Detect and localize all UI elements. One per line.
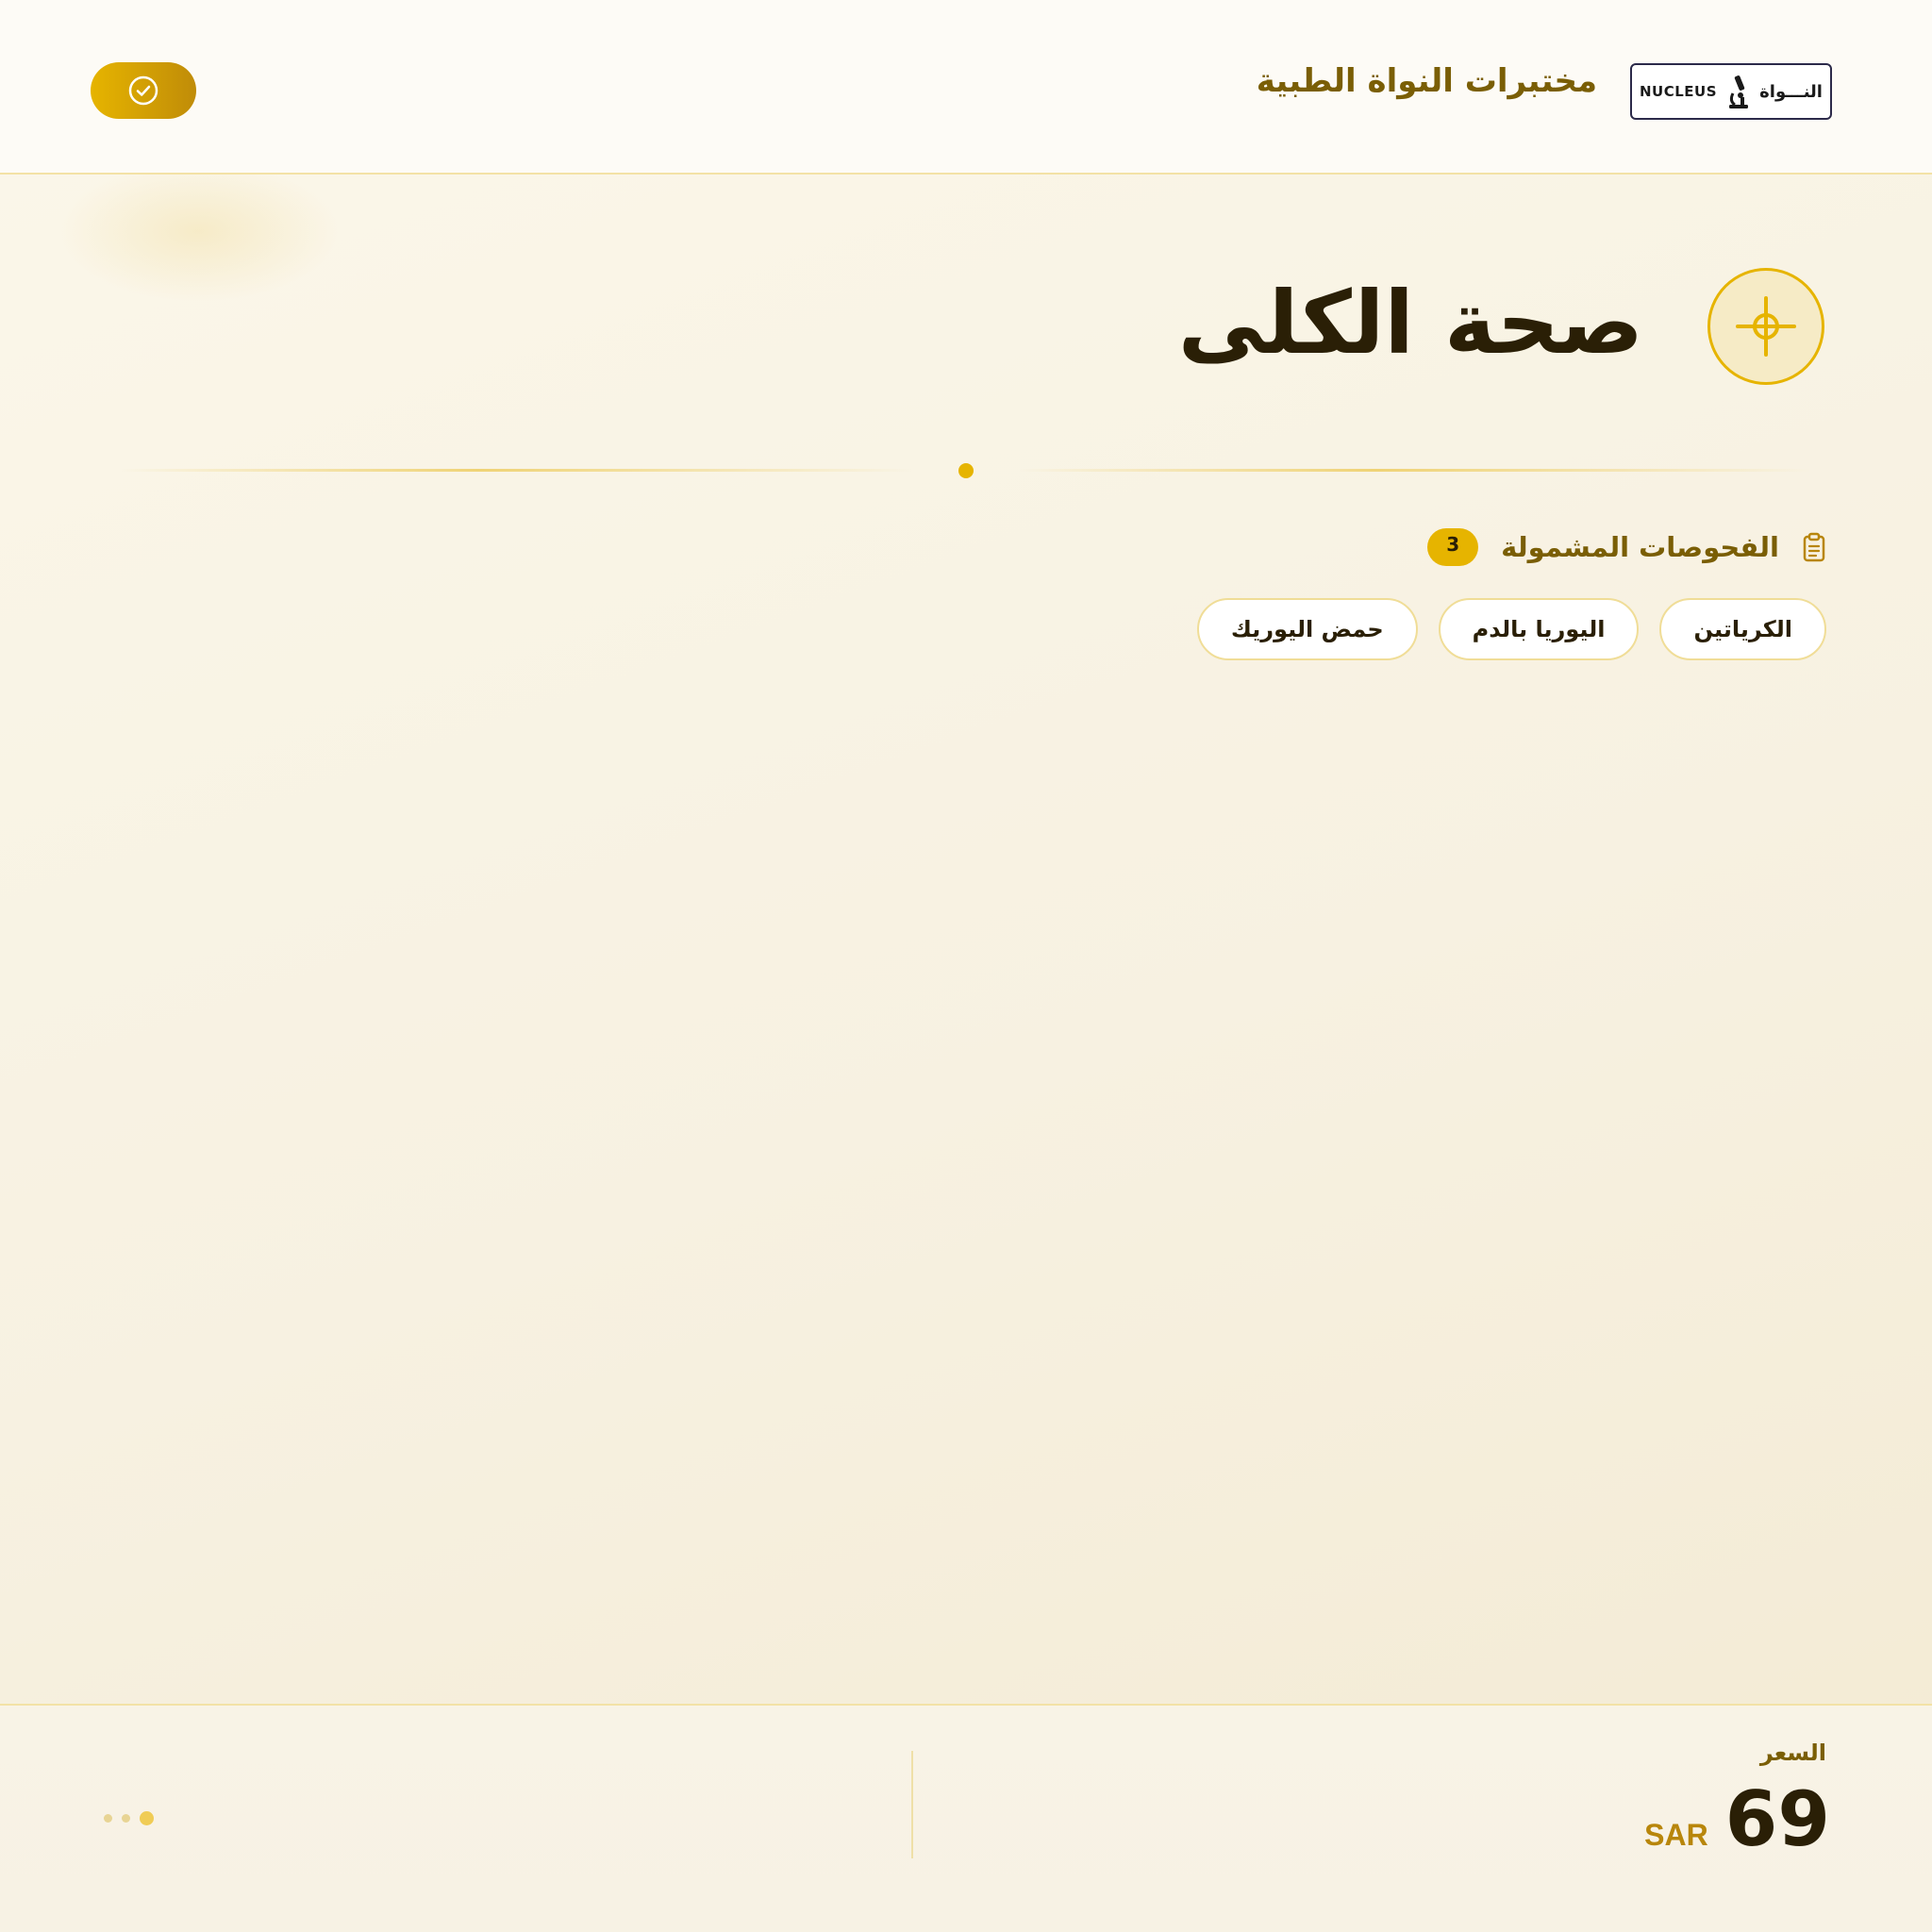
pagination-dot[interactable] xyxy=(104,1814,112,1823)
page-title: صحة الكلى xyxy=(1177,273,1643,374)
test-chip[interactable]: حمض اليوريك xyxy=(1196,598,1418,660)
test-chip[interactable]: اليوريا بالدم xyxy=(1438,598,1640,660)
test-chip[interactable]: الكرياتين xyxy=(1659,598,1826,660)
clipboard-icon xyxy=(1803,532,1825,562)
logo-text-en: NUCLEUS xyxy=(1640,83,1718,100)
price-footer: السعر SAR 69 xyxy=(0,1704,1932,1932)
pagination-dot[interactable] xyxy=(122,1814,130,1823)
crosshair-plus-icon xyxy=(1736,296,1796,357)
tests-title: الفحوصات المشمولة xyxy=(1501,531,1779,563)
tests-header: الفحوصات المشمولة 3 xyxy=(1424,528,1826,566)
currency-label: SAR xyxy=(1644,1818,1708,1852)
background-glow xyxy=(57,160,340,302)
divider-dot xyxy=(958,463,974,478)
divider-line-left xyxy=(121,469,913,472)
price-label: السعر xyxy=(1759,1740,1826,1766)
tests-chip-list: الكرياتين اليوريا بالدم حمض اليوريك xyxy=(1196,598,1826,660)
verify-button[interactable] xyxy=(91,62,196,119)
brand-name: مختبرات النواة الطبية xyxy=(1256,62,1597,100)
section-divider xyxy=(121,463,1811,478)
tests-count-badge: 3 xyxy=(1427,528,1479,566)
logo-text-ar: النـــواة xyxy=(1759,81,1823,102)
pagination-dot-active[interactable] xyxy=(140,1811,154,1825)
brand-logo[interactable]: NUCLEUS النـــواة xyxy=(1630,63,1832,120)
divider-line-right xyxy=(1019,469,1811,472)
pagination-dots xyxy=(104,1811,154,1825)
footer-separator xyxy=(911,1751,913,1858)
price-value: 69 xyxy=(1724,1775,1830,1863)
app-header: مختبرات النواة الطبية NUCLEUS النـــواة xyxy=(0,0,1932,175)
price-row: SAR 69 xyxy=(1644,1777,1830,1862)
check-circle-icon xyxy=(128,75,158,106)
microscope-icon xyxy=(1728,75,1748,108)
package-icon-badge xyxy=(1707,268,1824,385)
